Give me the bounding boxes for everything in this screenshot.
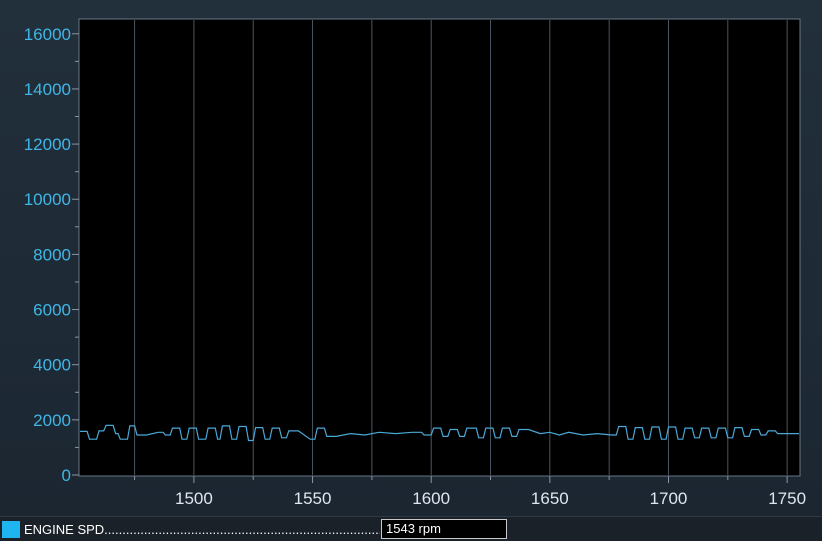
y-tick-label: 6000 <box>33 301 71 320</box>
chart-frame: 0 2000 4000 6000 8000 10000 12000 14000 16000 15… <box>0 0 822 516</box>
status-bar: ENGINE SPD..............................… <box>0 516 822 541</box>
x-tick-label: 1500 <box>175 489 213 508</box>
x-tick-label: 1750 <box>768 489 806 508</box>
x-tick-label: 1650 <box>531 489 569 508</box>
y-tick-label: 0 <box>62 466 71 485</box>
x-axis: 1500 1550 1600 1650 1700 1750 <box>134 476 806 508</box>
y-axis: 0 2000 4000 6000 8000 10000 12000 14000 16000 <box>24 25 79 485</box>
x-tick-label: 1700 <box>650 489 688 508</box>
series-color-swatch[interactable] <box>2 521 20 538</box>
value-readout: 1543 rpm <box>381 519 507 539</box>
y-tick-label: 16000 <box>24 25 71 44</box>
y-tick-label: 12000 <box>24 135 71 154</box>
plot-area <box>78 18 801 477</box>
x-tick-label: 1600 <box>412 489 450 508</box>
y-tick-label: 8000 <box>33 245 71 264</box>
y-tick-label: 14000 <box>24 80 71 99</box>
chart: 0 2000 4000 6000 8000 10000 12000 14000 16000 15… <box>24 18 806 508</box>
y-tick-label: 2000 <box>33 411 71 430</box>
series-name-label[interactable]: ENGINE SPD..............................… <box>24 522 380 538</box>
y-tick-label: 4000 <box>33 356 71 375</box>
y-tick-label: 10000 <box>24 190 71 209</box>
x-tick-label: 1550 <box>294 489 332 508</box>
